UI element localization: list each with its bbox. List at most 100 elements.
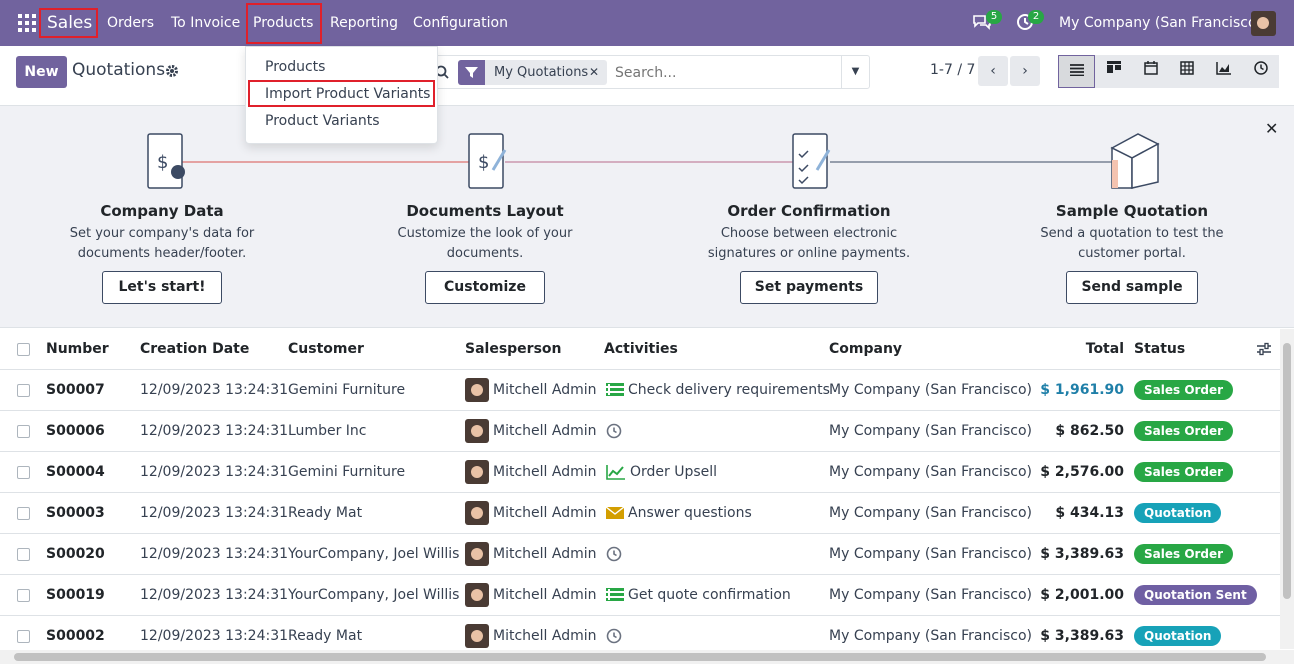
header-creation-date[interactable]: Creation Date [140, 329, 249, 370]
salesperson-avatar [465, 624, 489, 648]
table-row[interactable]: S00019 12/09/2023 13:24:31 YourCompany, Jo… [0, 575, 1280, 616]
products-dropdown-menu: Products Import Product Variants Product… [245, 46, 438, 144]
status: Quotation [1134, 493, 1222, 534]
facet-label: My Quotations [494, 65, 589, 80]
dropdown-item-products[interactable]: Products [265, 59, 325, 75]
user-avatar[interactable] [1251, 11, 1276, 36]
onboarding-progress-line [180, 161, 1112, 163]
row-checkbox[interactable] [17, 589, 30, 602]
status-badge: Quotation [1134, 503, 1222, 523]
activity-summary: Check delivery requirements [628, 382, 830, 398]
step-description: Customize the look of your documents. [397, 226, 573, 261]
close-icon[interactable]: ✕ [1265, 119, 1278, 138]
row-checkbox[interactable] [17, 548, 30, 561]
gear-icon[interactable] [165, 64, 179, 78]
kanban-view-icon[interactable] [1095, 55, 1132, 88]
order-number: S00019 [46, 587, 105, 603]
app-grid-icon[interactable] [18, 14, 36, 32]
salesperson-name: Mitchell Admin [493, 628, 597, 644]
status-badge: Quotation [1134, 626, 1222, 646]
salesperson: Mitchell Admin [465, 575, 597, 616]
step-title: Order Confirmation [727, 202, 891, 220]
checklist-icon [789, 130, 833, 194]
header-total[interactable]: Total [1060, 329, 1124, 370]
activity[interactable]: Answer questions [605, 493, 752, 534]
salesperson-avatar [465, 419, 489, 443]
table-row[interactable]: S00006 12/09/2023 13:24:31 Lumber Inc Mitch… [0, 411, 1280, 452]
row-checkbox[interactable] [17, 384, 30, 397]
search-input[interactable] [615, 62, 835, 84]
header-customer[interactable]: Customer [288, 329, 364, 370]
activity-view-icon[interactable] [1242, 55, 1279, 88]
pager-value[interactable]: 1-7 / 7 [930, 62, 975, 78]
search-bar[interactable]: My Quotations ✕ ▼ [430, 55, 870, 89]
menu-to-invoice[interactable]: To Invoice [171, 0, 240, 46]
clock-icon[interactable] [606, 423, 622, 439]
horizontal-scrollbar[interactable] [0, 650, 1294, 664]
highlight-products-menu [246, 3, 322, 44]
select-all-checkbox[interactable] [17, 343, 30, 356]
set-payments-button[interactable]: Set payments [740, 271, 878, 304]
customize-button[interactable]: Customize [425, 271, 545, 304]
salesperson-name: Mitchell Admin [493, 587, 597, 603]
chart-icon[interactable] [606, 464, 626, 480]
dropdown-item-product-variants[interactable]: Product Variants [265, 113, 380, 129]
activity[interactable] [606, 534, 626, 575]
activity[interactable]: Check delivery requirements [606, 370, 830, 411]
header-number[interactable]: Number [46, 329, 109, 370]
order-number: S00006 [46, 423, 105, 439]
activities-count-badge: 2 [1028, 10, 1044, 24]
total-amount: $ 1,961.90 [1040, 382, 1124, 398]
clock-icon[interactable] [606, 628, 622, 644]
list-icon[interactable] [606, 383, 624, 397]
new-button[interactable]: New [16, 56, 67, 88]
list-icon[interactable] [606, 588, 624, 602]
order-number: S00004 [46, 464, 105, 480]
calendar-view-icon[interactable] [1132, 55, 1169, 88]
graph-view-icon[interactable] [1205, 55, 1242, 88]
envelope-icon[interactable] [605, 506, 625, 520]
row-checkbox[interactable] [17, 507, 30, 520]
row-checkbox[interactable] [17, 630, 30, 643]
svg-text:$: $ [478, 152, 489, 173]
pivot-view-icon[interactable] [1168, 55, 1205, 88]
vertical-scrollbar[interactable] [1280, 329, 1294, 649]
customer: YourCompany, Joel Willis [288, 587, 460, 603]
table-row[interactable]: S00003 12/09/2023 13:24:31 Ready Mat Mitche… [0, 493, 1280, 534]
table-row[interactable]: S00004 12/09/2023 13:24:31 Gemini Furnitur… [0, 452, 1280, 493]
lets-start-button[interactable]: Let's start! [102, 271, 222, 304]
send-sample-button[interactable]: Send sample [1066, 271, 1198, 304]
step-description: Send a quotation to test the customer po… [1040, 226, 1224, 261]
header-status[interactable]: Status [1134, 329, 1185, 370]
header-salesperson[interactable]: Salesperson [465, 329, 562, 370]
status: Sales Order [1134, 534, 1234, 575]
step-title: Documents Layout [406, 202, 564, 220]
activity[interactable] [606, 411, 626, 452]
list-view-icon[interactable] [1058, 55, 1095, 88]
facet-remove-icon[interactable]: ✕ [589, 60, 599, 85]
menu-configuration[interactable]: Configuration [413, 0, 508, 46]
row-checkbox[interactable] [17, 425, 30, 438]
table-row[interactable]: S00007 12/09/2023 13:24:31 Gemini Furnitur… [0, 370, 1280, 411]
status-badge: Sales Order [1134, 544, 1234, 564]
order-number: S00020 [46, 546, 105, 562]
header-company[interactable]: Company [829, 329, 902, 370]
header-activities[interactable]: Activities [604, 329, 678, 370]
customer: Ready Mat [288, 505, 363, 521]
envelope-document-icon [1106, 130, 1162, 194]
row-checkbox[interactable] [17, 466, 30, 479]
pager-next-icon[interactable]: › [1010, 56, 1040, 86]
status-badge: Sales Order [1134, 462, 1234, 482]
search-options-toggle[interactable]: ▼ [841, 56, 869, 88]
search-facet: My Quotations ✕ [458, 60, 607, 85]
optional-columns-icon[interactable] [1256, 342, 1272, 356]
company-switcher[interactable]: My Company (San Francisco) [1059, 0, 1262, 46]
activity[interactable]: Order Upsell [606, 452, 717, 493]
clock-icon[interactable] [606, 546, 622, 562]
salesperson-name: Mitchell Admin [493, 464, 597, 480]
menu-orders[interactable]: Orders [107, 0, 154, 46]
pager-previous-icon[interactable]: ‹ [978, 56, 1008, 86]
menu-reporting[interactable]: Reporting [330, 0, 398, 46]
table-row[interactable]: S00020 12/09/2023 13:24:31 YourCompany, Jo… [0, 534, 1280, 575]
activity[interactable]: Get quote confirmation [606, 575, 791, 616]
